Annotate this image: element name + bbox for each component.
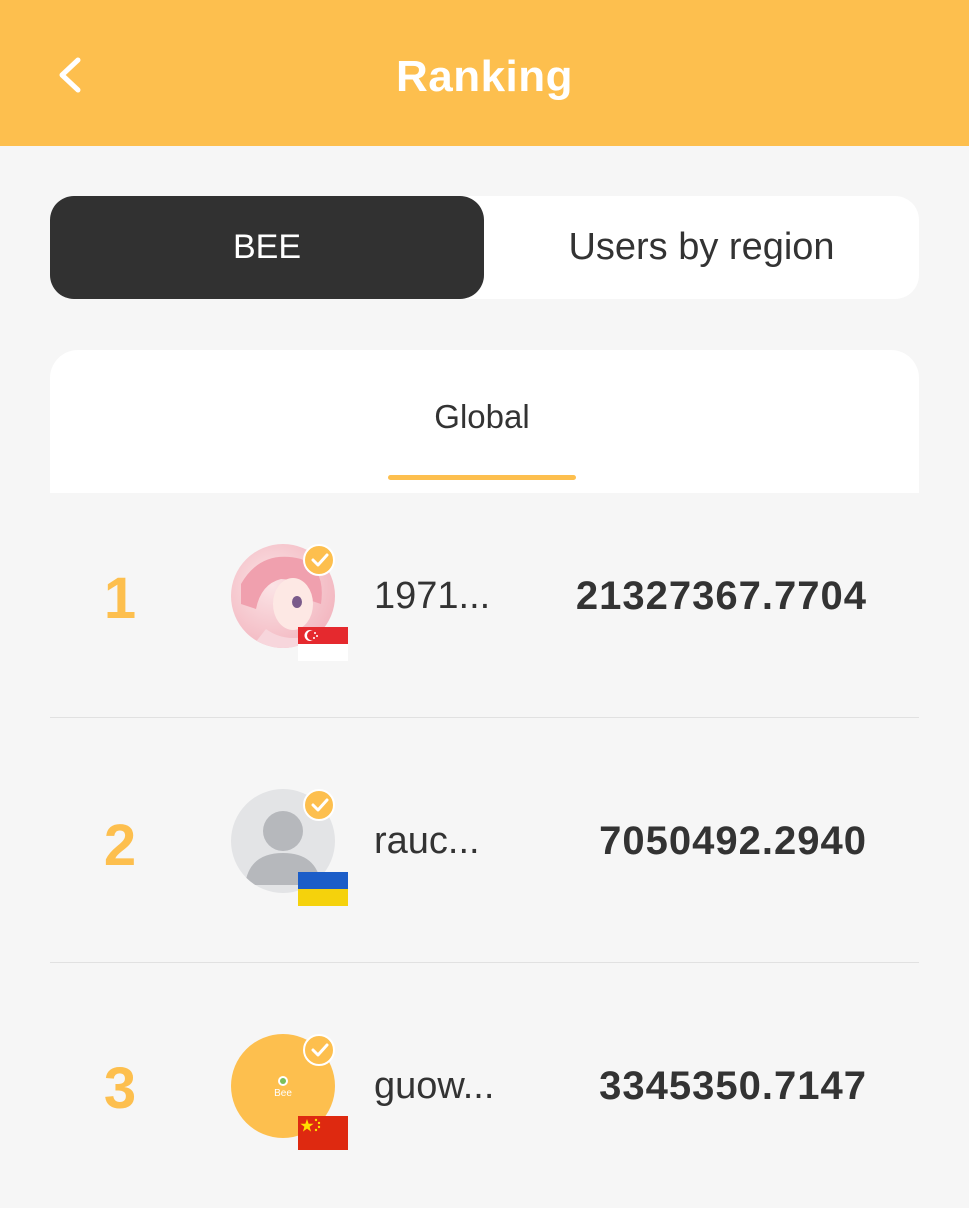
app-header: Ranking (0, 0, 969, 146)
score-value: 3345350.7147 (599, 1064, 867, 1108)
tab-global-label: Global (434, 398, 530, 435)
verified-badge-icon (303, 1034, 335, 1066)
ranking-row[interactable]: 1 1971... 21327367.7704 (50, 473, 919, 718)
singapore-flag-icon (298, 627, 348, 661)
china-flag-icon (298, 1116, 348, 1150)
tab-global[interactable]: Global (388, 350, 576, 480)
segmented-control: BEE Users by region (50, 196, 919, 299)
username: guow... (374, 1065, 495, 1107)
ranking-row[interactable]: 2 rauc... 7050492.2940 (50, 718, 919, 963)
segment-users-by-region[interactable]: Users by region (484, 196, 919, 299)
verified-badge-icon (303, 789, 335, 821)
ranking-row[interactable]: 3 Bee guow... 3345350.7147 (50, 963, 919, 1208)
rank-number: 2 (103, 813, 137, 878)
ukraine-flag-icon (298, 872, 348, 906)
segment-bee[interactable]: BEE (50, 196, 484, 299)
rank-number: 3 (103, 1056, 137, 1121)
page-title: Ranking (395, 52, 574, 101)
score-value: 21327367.7704 (575, 574, 867, 618)
rank-number: 1 (103, 566, 137, 631)
score-value: 7050492.2940 (599, 819, 867, 863)
username: rauc... (374, 820, 480, 862)
verified-badge-icon (303, 544, 335, 576)
username: 1971... (374, 575, 491, 617)
tab-bar: Global (50, 350, 919, 493)
avatar-logo-text: Bee (274, 1088, 292, 1099)
